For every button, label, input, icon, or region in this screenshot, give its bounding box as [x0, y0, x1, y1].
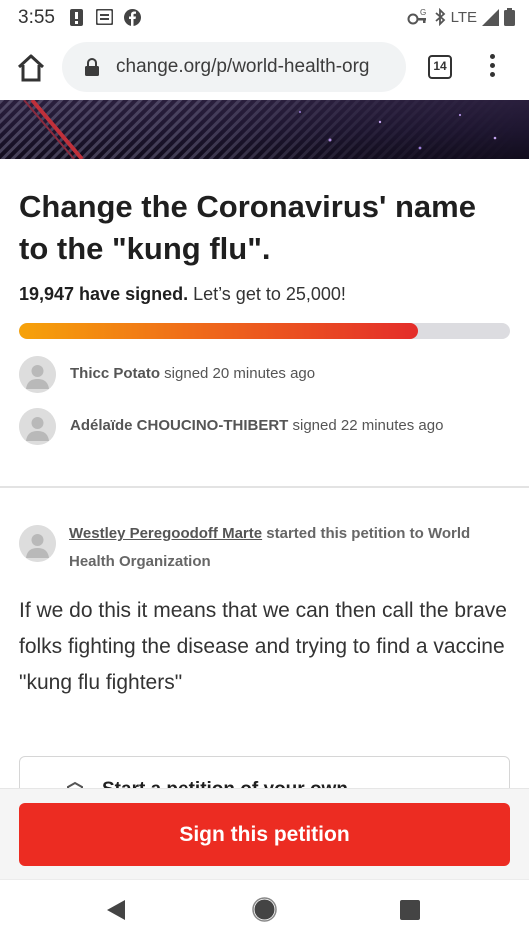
recents-icon[interactable]: [400, 900, 420, 920]
signer-time: signed 22 minutes ago: [288, 417, 444, 434]
signal-icon: [482, 8, 499, 26]
vpn-key-icon: G: [407, 9, 426, 25]
signer-time: signed 20 minutes ago: [160, 365, 316, 382]
signature-count: 19,947 have signed.: [19, 284, 189, 304]
news-icon: [96, 9, 113, 25]
system-navigation-bar: [0, 879, 529, 940]
petition-starter: Westley Peregoodoff Marte started this p…: [69, 520, 514, 576]
signer-text: Thicc Potato signed 20 minutes ago: [70, 365, 315, 382]
overflow-menu-icon[interactable]: [488, 54, 496, 80]
back-icon[interactable]: [105, 899, 127, 921]
signer-text: Adélaïde CHOUCINO-THIBERT signed 22 minu…: [70, 417, 443, 434]
banner-pattern: [0, 100, 529, 159]
starter-name-link[interactable]: Westley Peregoodoff Marte: [69, 525, 262, 542]
avatar-placeholder-icon: [19, 356, 56, 393]
petition-description: If we do this it means that we can then …: [19, 599, 507, 694]
bluetooth-icon: [435, 8, 445, 26]
petition-banner-image: [0, 100, 529, 159]
tab-switcher-button[interactable]: 14: [428, 55, 452, 79]
home-circle-icon[interactable]: [252, 897, 277, 922]
status-time: 3:55: [18, 7, 55, 28]
signature-goal: Let’s get to 25,000!: [193, 284, 346, 304]
signer-name: Thicc Potato: [70, 365, 161, 382]
address-bar[interactable]: change.org/p/world-health-org: [62, 42, 406, 92]
recent-signer-item: Thicc Potato signed 20 minutes ago: [19, 356, 519, 394]
avatar-placeholder-icon: [19, 408, 56, 445]
lock-icon: [85, 58, 99, 76]
section-divider: [0, 486, 529, 488]
network-type: LTE: [450, 8, 477, 26]
status-right-icons: G LTE: [407, 7, 515, 27]
status-bar: 3:55 G LTE: [0, 0, 529, 34]
sign-petition-button[interactable]: Sign this petition: [19, 803, 510, 866]
signature-summary: 19,947 have signed. Let’s get to 25,000!: [19, 284, 346, 305]
facebook-icon: [124, 9, 141, 26]
home-icon[interactable]: [16, 53, 46, 83]
starter-avatar-icon: [19, 525, 56, 562]
svg-text:G: G: [420, 9, 426, 17]
signature-progress-fill: [19, 323, 418, 339]
url-text: change.org/p/world-health-org: [116, 56, 370, 77]
signer-name: Adélaïde CHOUCINO-THIBERT: [70, 417, 289, 434]
petition-title: Change the Coronavirus' name to the "kun…: [19, 189, 476, 266]
alert-icon: [70, 9, 83, 26]
battery-icon: [504, 8, 515, 26]
browser-toolbar: change.org/p/world-health-org 14: [0, 34, 529, 100]
sign-petition-bar: Sign this petition: [0, 788, 529, 879]
signature-progress-bar: [19, 323, 510, 339]
recent-signer-item: Adélaïde CHOUCINO-THIBERT signed 22 minu…: [19, 408, 519, 446]
